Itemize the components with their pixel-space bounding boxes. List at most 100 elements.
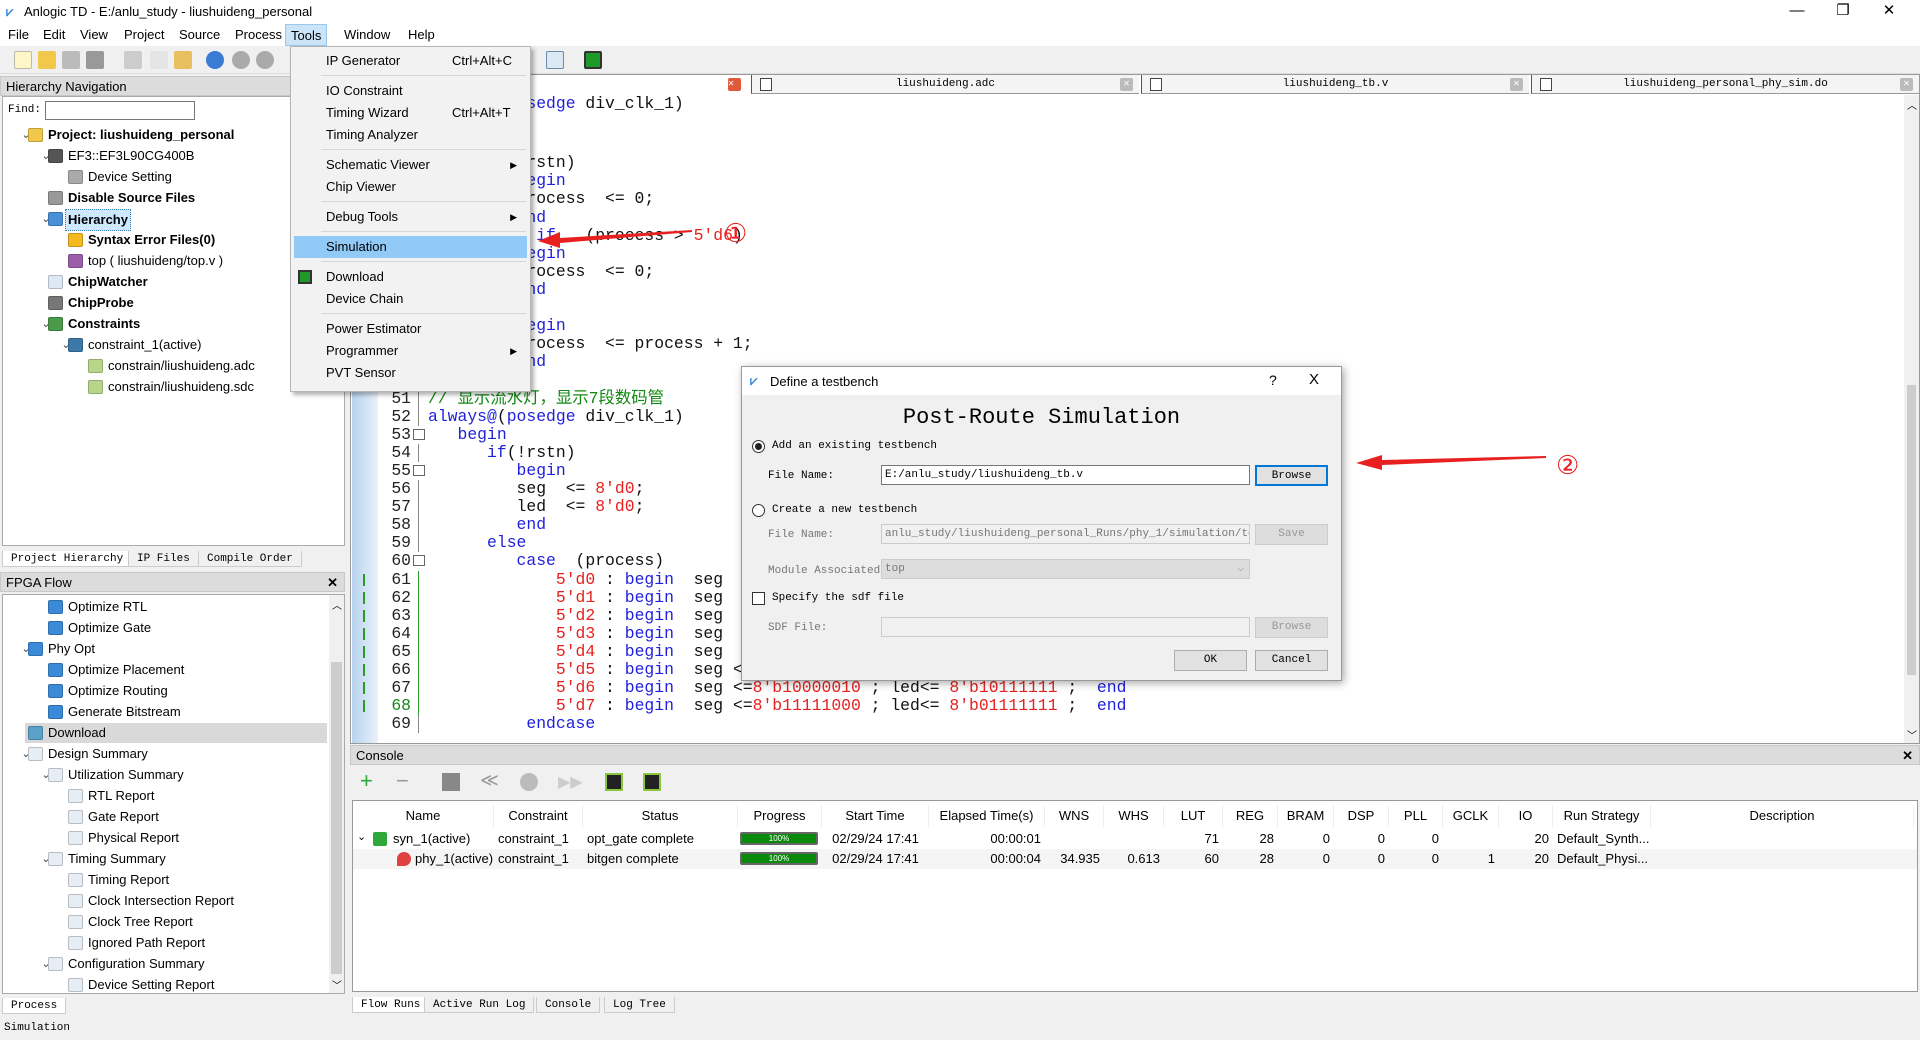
ok-button[interactable]: OK xyxy=(1174,650,1247,671)
column-header-strategy[interactable]: Run Strategy xyxy=(1553,805,1651,827)
column-header-gclk[interactable]: GCLK xyxy=(1443,805,1499,827)
column-header-pll[interactable]: PLL xyxy=(1389,805,1443,827)
menu-help[interactable]: Help xyxy=(403,24,440,46)
column-header-start[interactable]: Start Time xyxy=(822,805,929,827)
tree-item-utilization-summary[interactable]: ⌄ Utilization Summary xyxy=(3,765,328,785)
column-header-constraint[interactable]: Constraint xyxy=(494,805,583,827)
column-header-reg[interactable]: REG xyxy=(1223,805,1278,827)
column-header-name[interactable]: Name xyxy=(353,805,494,827)
column-header-wns[interactable]: WNS xyxy=(1045,805,1104,827)
menu-item-ip-generator[interactable]: IP Generator Ctrl+Alt+C xyxy=(294,50,527,72)
column-header-dsp[interactable]: DSP xyxy=(1334,805,1389,827)
new-testbench-radio[interactable] xyxy=(752,504,765,517)
tree-item-timing-report[interactable]: Timing Report xyxy=(3,870,328,890)
tab-close-icon[interactable]: ✕ xyxy=(1510,78,1523,91)
scroll-down-icon[interactable]: ﹀ xyxy=(332,977,342,992)
save-all-icon[interactable] xyxy=(86,51,104,69)
tree-item-optimize-rtl[interactable]: Optimize RTL xyxy=(3,597,328,617)
save-icon[interactable] xyxy=(62,51,80,69)
scroll-down-icon[interactable]: ﹀ xyxy=(1907,727,1917,742)
menu-item-pvt-sensor[interactable]: PVT Sensor xyxy=(294,362,527,384)
menu-item-programmer[interactable]: Programmer ▶ xyxy=(294,340,527,362)
menu-item-device-chain[interactable]: Device Chain xyxy=(294,288,527,310)
tree-item-phy-opt[interactable]: ⌄ Phy Opt xyxy=(3,639,328,659)
cut-icon[interactable] xyxy=(124,51,142,69)
editor-scrollbar[interactable]: ︿ ﹀ xyxy=(1904,95,1919,743)
tab-process[interactable]: Process xyxy=(2,998,67,1014)
menu-view[interactable]: View xyxy=(75,24,113,46)
tree-item-device-setting-report[interactable]: Device Setting Report xyxy=(3,975,328,993)
flow-scrollbar-thumb[interactable] xyxy=(331,662,342,974)
tab-flow-runs[interactable]: Flow Runs xyxy=(352,997,430,1013)
fold-toggle-icon[interactable] xyxy=(413,428,425,440)
tree-item-download[interactable]: Download xyxy=(25,723,327,743)
menu-window[interactable]: Window xyxy=(339,24,395,46)
sdf-checkbox[interactable] xyxy=(752,592,765,605)
sdf-browse-button[interactable]: Browse xyxy=(1255,617,1328,638)
tab-ip-files[interactable]: IP Files xyxy=(128,551,199,567)
menu-item-schematic-viewer[interactable]: Schematic Viewer ▶ xyxy=(294,154,527,176)
run-icon[interactable] xyxy=(520,773,538,791)
tree-item-physical-report[interactable]: Physical Report xyxy=(3,828,328,848)
browse-button[interactable]: Browse xyxy=(1255,465,1328,486)
open-folder-icon[interactable] xyxy=(38,51,56,69)
forward-icon[interactable]: ▶▶ xyxy=(558,772,583,792)
tree-item-clock-tree-report[interactable]: Clock Tree Report xyxy=(3,912,328,932)
close-console-icon[interactable]: ✕ xyxy=(1902,746,1913,766)
tab-log-tree[interactable]: Log Tree xyxy=(604,997,675,1013)
chevron-down-icon[interactable]: ⌄ xyxy=(357,830,366,843)
tab-close-icon[interactable]: ✕ xyxy=(1120,78,1133,91)
tree-item-rtl-report[interactable]: RTL Report xyxy=(3,786,328,806)
editor-scrollbar-thumb[interactable] xyxy=(1907,385,1916,675)
sdf-file-input[interactable] xyxy=(881,617,1250,637)
collapse-icon[interactable] xyxy=(643,773,661,791)
column-header-bram[interactable]: BRAM xyxy=(1278,805,1334,827)
editor-tab-2[interactable]: liushuideng.adc ✕ xyxy=(751,75,1139,94)
save-button[interactable]: Save xyxy=(1255,524,1328,545)
menu-item-timing-analyzer[interactable]: Timing Analyzer xyxy=(294,124,527,146)
dialog-close-button[interactable]: X xyxy=(1309,371,1319,388)
menu-edit[interactable]: Edit xyxy=(38,24,70,46)
scroll-up-icon[interactable]: ︿ xyxy=(1907,97,1917,112)
tree-item-clock-intersection-report[interactable]: Clock Intersection Report xyxy=(3,891,328,911)
tab-project-hierarchy[interactable]: Project Hierarchy xyxy=(2,551,133,567)
menu-item-power-estimator[interactable]: Power Estimator xyxy=(294,318,527,340)
menu-item-io-constraint[interactable]: IO Constraint xyxy=(294,80,527,102)
table-row[interactable]: phy_1(active) constraint_1 bitgen complete… xyxy=(353,849,1917,869)
minimize-button[interactable]: — xyxy=(1774,0,1820,24)
file-name-input[interactable]: E:/anlu_study/liushuideng_tb.v xyxy=(881,465,1250,485)
menu-item-debug-tools[interactable]: Debug Tools ▶ xyxy=(294,206,527,228)
tab-close-icon[interactable]: ✕ xyxy=(728,78,741,91)
editor-tab-4[interactable]: liushuideng_personal_phy_sim.do ✕ xyxy=(1531,75,1919,94)
menu-tools[interactable]: Tools xyxy=(285,24,328,46)
menu-item-timing-wizard[interactable]: Timing Wizard Ctrl+Alt+T xyxy=(294,102,527,124)
close-panel-icon[interactable]: ✕ xyxy=(327,573,338,593)
table-row[interactable]: ⌄ syn_1(active) constraint_1 opt_gate compl… xyxy=(353,829,1917,849)
fold-toggle-icon[interactable] xyxy=(413,464,425,476)
chipwatcher-icon[interactable] xyxy=(546,51,564,69)
tree-item-timing-summary[interactable]: ⌄ Timing Summary xyxy=(3,849,328,869)
menu-project[interactable]: Project xyxy=(119,24,169,46)
close-button[interactable]: ✕ xyxy=(1866,0,1912,24)
help-button[interactable]: ? xyxy=(1269,372,1277,388)
first-icon[interactable] xyxy=(442,773,460,791)
menu-process[interactable]: Process xyxy=(230,24,287,46)
column-header-description[interactable]: Description xyxy=(1651,805,1914,827)
menu-file[interactable]: File xyxy=(3,24,34,46)
tab-compile-order[interactable]: Compile Order xyxy=(198,551,302,567)
new-file-name-input[interactable]: anlu_study/liushuideng_personal_Runs/phy… xyxy=(881,524,1250,544)
tree-item-generate-bitstream[interactable]: Generate Bitstream xyxy=(3,702,328,722)
column-header-progress[interactable]: Progress xyxy=(738,805,822,827)
menu-source[interactable]: Source xyxy=(174,24,225,46)
tree-item-configuration-summary[interactable]: ⌄ Configuration Summary xyxy=(3,954,328,974)
existing-testbench-radio[interactable] xyxy=(752,440,765,453)
tree-item-optimize-placement[interactable]: Optimize Placement xyxy=(3,660,328,680)
editor-tab-3[interactable]: liushuideng_tb.v ✕ xyxy=(1141,75,1529,94)
column-header-elapsed[interactable]: Elapsed Time(s) xyxy=(929,805,1045,827)
back-icon[interactable]: ≪ xyxy=(480,770,499,791)
tab-close-icon[interactable]: ✕ xyxy=(1900,78,1913,91)
find-previous-icon[interactable] xyxy=(232,51,250,69)
tree-item-gate-report[interactable]: Gate Report xyxy=(3,807,328,827)
find-input[interactable] xyxy=(45,101,195,120)
expand-icon[interactable] xyxy=(605,773,623,791)
